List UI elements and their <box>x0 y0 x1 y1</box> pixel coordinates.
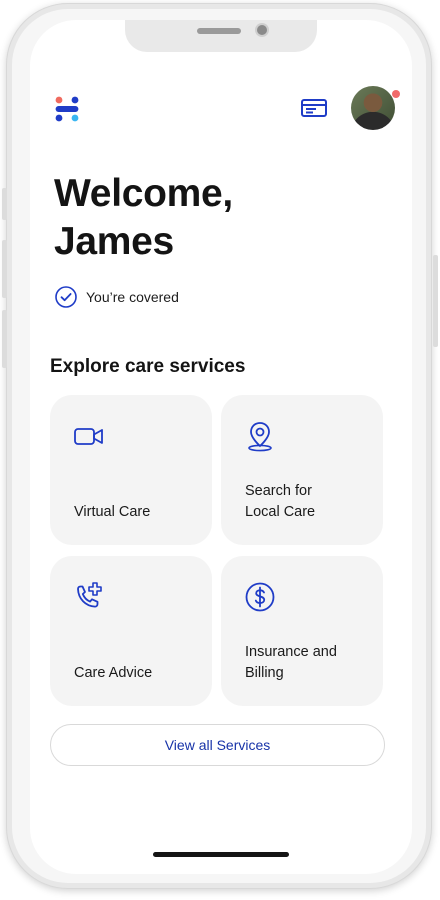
check-circle-icon <box>55 286 77 308</box>
phone-plus-icon <box>77 582 102 608</box>
front-camera <box>257 25 267 35</box>
service-tile-local-care[interactable]: Search for Local Care <box>221 395 383 545</box>
volume-down-button <box>2 310 7 368</box>
app-logo-icon[interactable] <box>54 96 80 122</box>
service-label-line-2: Billing <box>245 665 284 681</box>
service-tile-virtual-care[interactable]: Virtual Care <box>50 395 212 545</box>
app-screen: Welcome, James You’re covered Explore ca… <box>30 20 412 874</box>
power-button <box>433 255 438 347</box>
volume-up-button <box>2 240 7 298</box>
welcome-heading: Welcome, James <box>54 170 233 266</box>
view-all-services-button[interactable]: View all Services <box>50 724 385 766</box>
insurance-card-icon[interactable] <box>300 96 328 120</box>
notch <box>125 20 317 52</box>
map-pin-icon <box>248 422 272 452</box>
coverage-status: You’re covered <box>54 285 179 309</box>
service-label-line-1: Search for <box>245 483 312 499</box>
dollar-circle-icon <box>245 582 275 612</box>
service-label: Search for Local Care <box>245 481 365 523</box>
home-indicator[interactable] <box>153 852 289 857</box>
user-avatar[interactable] <box>351 86 395 130</box>
section-title: Explore care services <box>50 356 246 377</box>
speaker-grille <box>197 28 241 34</box>
coverage-text: You’re covered <box>86 289 179 305</box>
service-tile-care-advice[interactable]: Care Advice <box>50 556 212 706</box>
service-label: Care Advice <box>74 665 153 681</box>
service-tile-insurance-billing[interactable]: Insurance and Billing <box>221 556 383 706</box>
welcome-line-1: Welcome, <box>54 172 233 215</box>
mute-switch <box>2 188 7 220</box>
services-grid: Virtual Care Search for Local Care Care … <box>50 395 385 707</box>
video-camera-icon <box>74 428 103 445</box>
service-label-line-2: Local Care <box>245 504 316 520</box>
service-label: Virtual Care <box>74 504 151 520</box>
service-label: Insurance and Billing <box>245 642 365 684</box>
service-label-line-1: Insurance and <box>245 644 337 660</box>
notification-dot <box>392 90 400 98</box>
welcome-user-name: James <box>54 220 174 263</box>
